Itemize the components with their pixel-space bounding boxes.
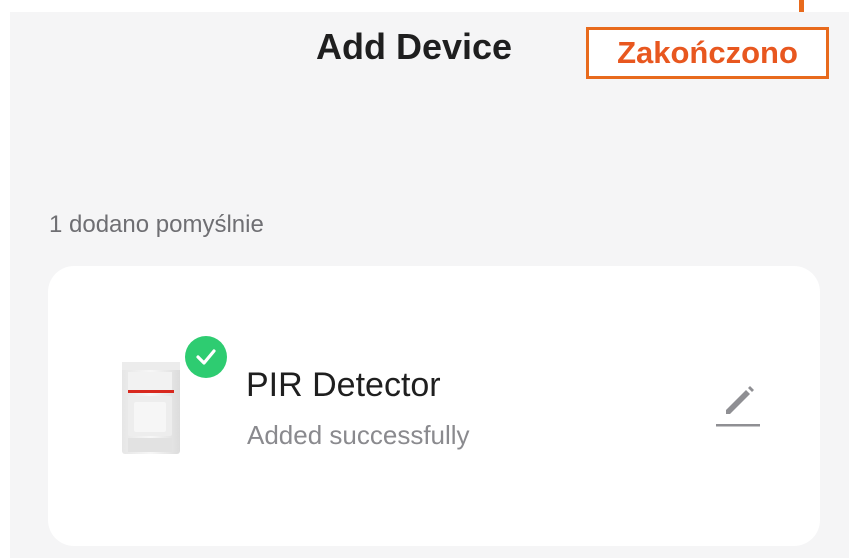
device-status: Added successfully bbox=[247, 420, 470, 450]
pir-detector-icon bbox=[120, 362, 184, 456]
pencil-icon bbox=[716, 386, 760, 427]
check-icon bbox=[185, 336, 227, 378]
page-title: Add Device bbox=[316, 26, 513, 67]
device-name: PIR Detector bbox=[246, 366, 441, 404]
done-button[interactable]: Zakończono bbox=[586, 27, 829, 79]
added-count-label: 1 dodano pomyślnie bbox=[49, 211, 264, 238]
edit-button[interactable] bbox=[712, 382, 764, 430]
